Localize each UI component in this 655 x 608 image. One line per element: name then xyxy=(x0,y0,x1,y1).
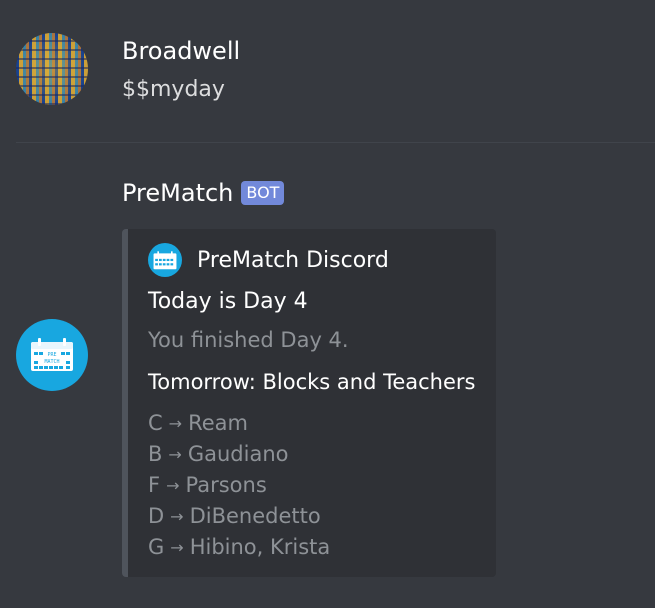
logo-text-pre: PRE xyxy=(47,352,56,358)
arrow-icon: → xyxy=(166,476,180,495)
block-letter: B xyxy=(148,442,163,466)
block-letter: G xyxy=(148,535,165,559)
arrow-icon: → xyxy=(170,538,184,557)
embed-title: Today is Day 4 xyxy=(148,289,308,314)
teacher-name: Parsons xyxy=(185,473,267,497)
prematch-avatar[interactable]: PRE MATCH xyxy=(16,319,88,391)
blocks-list: C → Ream B → Gaudiano F → Parsons D → DiBenedett… xyxy=(148,409,330,564)
arrow-icon: → xyxy=(168,414,183,433)
arrow-icon: → xyxy=(170,507,184,526)
message-username[interactable]: PreMatch BOT xyxy=(122,179,285,207)
embed-author: PreMatch Discord xyxy=(148,243,389,277)
logo-text-match: MATCH xyxy=(44,359,59,365)
teacher-name: Gaudiano xyxy=(187,442,289,466)
teacher-name: Hibino, Krista xyxy=(189,535,331,559)
teacher-name: DiBenedetto xyxy=(189,504,321,528)
message-divider xyxy=(16,142,655,143)
embed-card: PreMatch Discord Today is Day 4 You fini… xyxy=(122,229,496,577)
bot-username[interactable]: PreMatch xyxy=(122,179,233,207)
teacher-name: Ream xyxy=(188,411,248,435)
message-username[interactable]: Broadwell xyxy=(122,37,240,65)
bot-tag-badge: BOT xyxy=(241,181,285,205)
block-letter: F xyxy=(148,473,161,497)
list-item: B → Gaudiano xyxy=(148,440,330,471)
calendar-icon xyxy=(148,243,182,277)
embed-author-name: PreMatch Discord xyxy=(197,247,389,273)
message-prematch: PRE MATCH PreMatch BOT PreMatch Discord … xyxy=(0,144,655,608)
list-item: F → Parsons xyxy=(148,471,330,502)
broadwell-avatar[interactable] xyxy=(16,33,88,105)
message-content: $$myday xyxy=(122,77,225,102)
calendar-icon: PRE MATCH xyxy=(31,338,73,371)
embed-description: You finished Day 4. xyxy=(148,328,349,352)
message-broadwell: Broadwell $$myday xyxy=(0,0,655,142)
arrow-icon: → xyxy=(168,445,182,464)
list-item: D → DiBenedetto xyxy=(148,502,330,533)
block-letter: D xyxy=(148,504,165,528)
block-letter: C xyxy=(148,411,163,435)
chat-messages: Broadwell $$myday PRE MATCH PreMatch BOT xyxy=(0,0,655,608)
list-item: G → Hibino, Krista xyxy=(148,533,330,564)
list-item: C → Ream xyxy=(148,409,330,440)
embed-field-name: Tomorrow: Blocks and Teachers xyxy=(148,370,476,394)
